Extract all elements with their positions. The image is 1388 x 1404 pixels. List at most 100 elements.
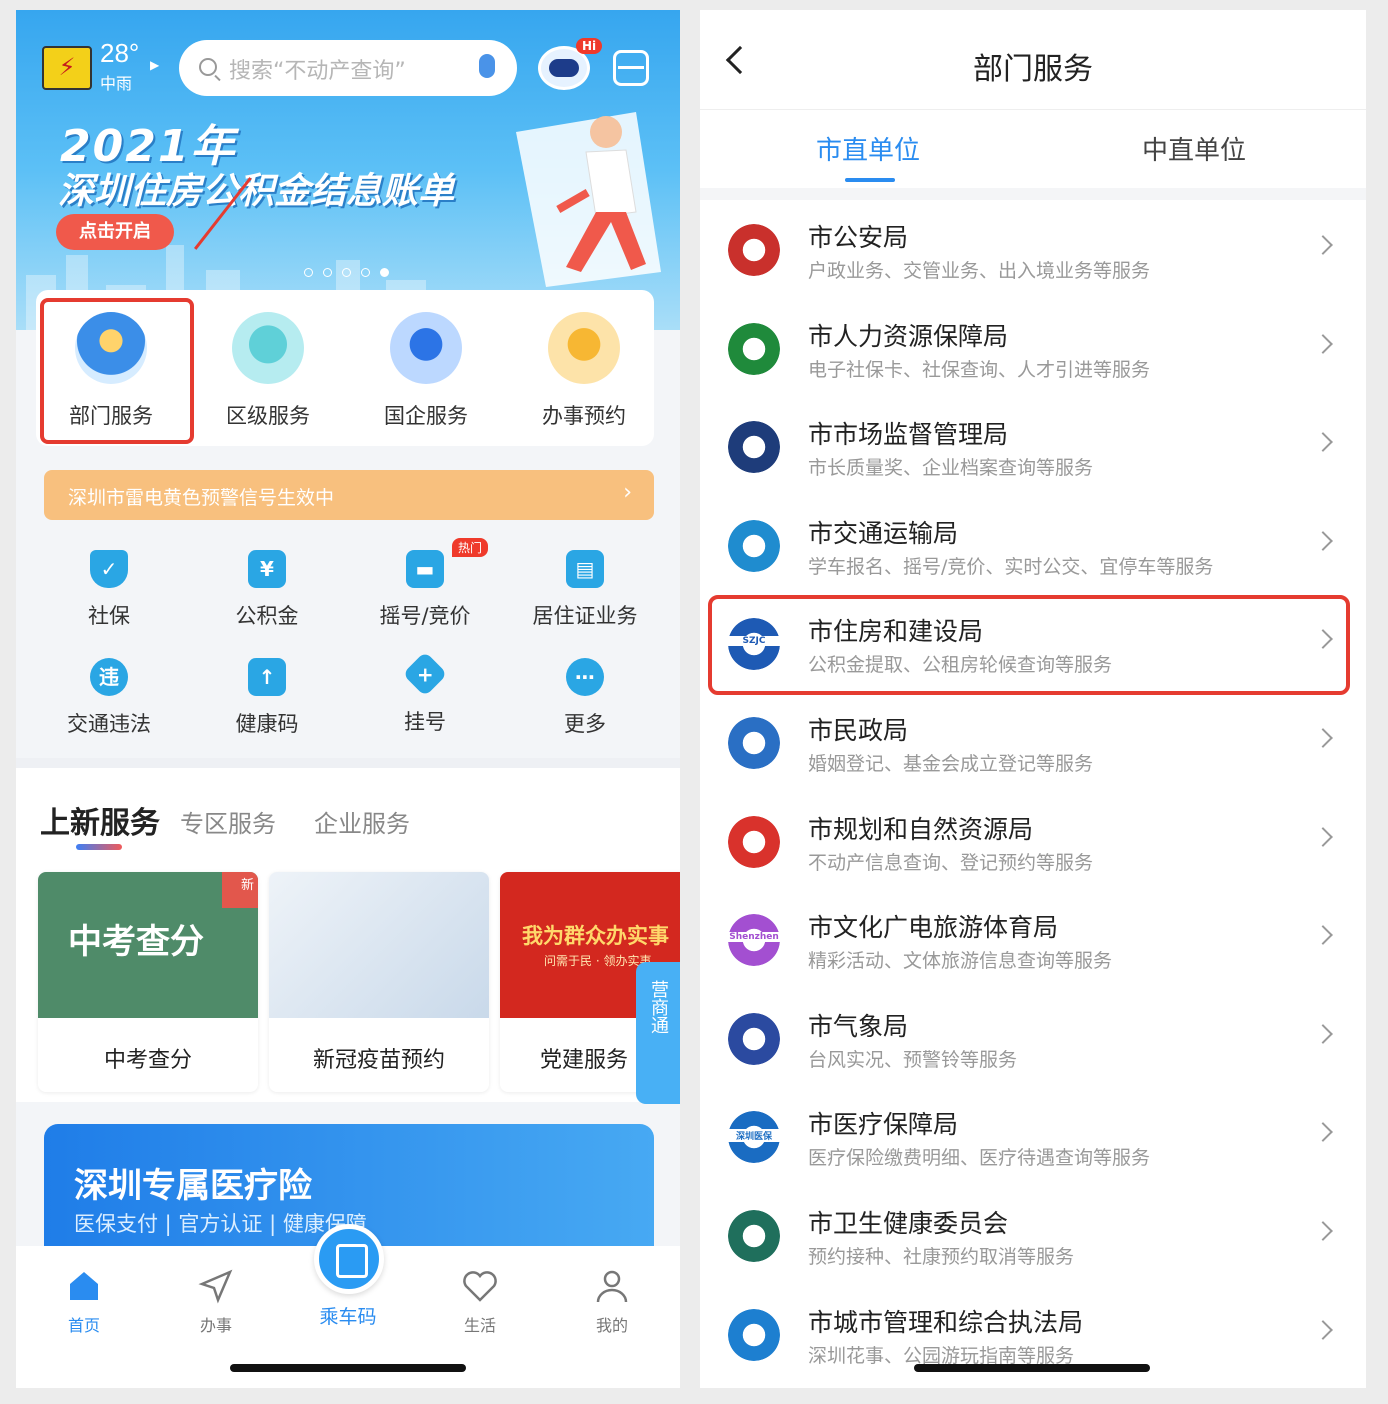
department-logo-icon (728, 421, 780, 474)
department-desc: 预约接种、社康预约取消等服务 (808, 1246, 1075, 1268)
chevron-right-icon (1313, 1023, 1333, 1044)
tab-municipal-units[interactable]: 市直单位 (816, 130, 920, 167)
chevron-right-icon (1313, 235, 1333, 255)
department-desc: 精彩活动、文体旅游信息查询等服务 (808, 950, 1113, 973)
department-name: 市公安局 (808, 223, 909, 252)
department-row[interactable]: 深圳医保 市医疗保障局 医疗保险缴费明细、医疗待遇查询等服务 (700, 1087, 1366, 1185)
banner-illustration (516, 112, 661, 287)
ride-code-label[interactable]: 乘车码 (306, 1302, 390, 1329)
department-row[interactable]: 市卫生健康委员会 预约接种、社康预约取消等服务 (700, 1186, 1366, 1284)
department-desc: 台风实况、预警铃等服务 (808, 1048, 1018, 1071)
card-row: 中考查分 新 中考查分 新冠疫苗预约 我为群众办实事 问需于民 · 领办实事 党… (16, 862, 680, 1102)
department-name: 市规划和自然资源局 (808, 814, 1034, 844)
department-row[interactable]: 市规划和自然资源局不动产信息查询、登记预约等服务 (700, 792, 1366, 890)
department-logo-icon (728, 1012, 780, 1065)
banner-title: 深圳住房公积金结息账单 (58, 171, 455, 212)
more-icon: ⋯ (566, 658, 604, 696)
department-row[interactable]: 市气象局 台风实况、预警铃等服务 (700, 989, 1366, 1087)
chevron-right-icon (1313, 728, 1333, 748)
department-row[interactable]: 市民政局 婚姻登记、基金会成立登记等服务 (700, 693, 1366, 791)
warning-text: 深圳市雷电黄色预警信号生效中 (68, 487, 335, 509)
tab-underline (76, 844, 122, 850)
carousel-dot[interactable] (304, 268, 313, 277)
carousel-dots (304, 262, 399, 281)
carousel-dot[interactable] (342, 268, 351, 277)
grid-item-register[interactable]: + 挂号 (350, 651, 500, 736)
user-icon (592, 1266, 632, 1306)
tab-underline (845, 178, 895, 182)
chevron-right-icon (1313, 826, 1333, 847)
department-row[interactable]: 市市场监督管理局 市长质量奖、企业档案查询等服务 (700, 397, 1366, 495)
chevron-right-icon (1313, 1122, 1333, 1143)
grid-item-lottery[interactable]: ▬ 摇号/竞价 (350, 550, 500, 630)
chevron-right-icon (1313, 530, 1333, 551)
department-name: 市人力资源保障局 (808, 321, 1009, 351)
search-input[interactable]: 搜索“不动产查询” (179, 40, 517, 96)
grid-label: 挂号 (404, 710, 446, 734)
grid-item-traffic[interactable]: 违交通违法 (34, 658, 184, 738)
district-service-button[interactable]: 区级服务 (203, 312, 333, 430)
banner-open-button[interactable]: 点击开启 (56, 214, 174, 250)
card-title: 新冠疫苗预约 (312, 1048, 445, 1073)
department-desc: 学车报名、摇号/竞价、实时公交、宜停车等服务 (808, 555, 1214, 578)
hi-badge: Hi (576, 38, 603, 54)
business-ribbon[interactable]: 营商通 (636, 962, 680, 1104)
grid-label: 健康码 (235, 712, 299, 736)
vaccine-image (269, 872, 489, 1018)
weather-desc[interactable]: 中雨 (100, 70, 132, 94)
scan-icon[interactable] (613, 50, 649, 86)
section-tabs: 上新服务 专区服务 企业服务 (16, 768, 680, 862)
department-logo-icon (728, 815, 780, 868)
tab-enterprise-services[interactable]: 企业服务 (314, 804, 410, 839)
home-icon (64, 1266, 104, 1306)
card-vaccine[interactable]: 新冠疫苗预约 (269, 872, 489, 1092)
exam-image-text: 中考查分 (68, 922, 204, 962)
department-logo-text: Shenzhen (728, 932, 780, 943)
carousel-dot-active[interactable] (380, 268, 389, 277)
grid-item-social-security[interactable]: ✓ 社保 (34, 550, 184, 630)
tab-me[interactable]: 我的 (572, 1266, 652, 1336)
department-row[interactable]: Shenzhen 市文化广电旅游体育局 精彩活动、文体旅游信息查询等服务 (700, 890, 1366, 988)
shield-icon: ✓ (90, 550, 128, 588)
department-desc: 不动产信息查询、登记预约等服务 (808, 851, 1094, 874)
search-icon (199, 58, 217, 76)
soe-service-button[interactable]: 国企服务 (361, 312, 491, 430)
microphone-icon[interactable] (479, 54, 495, 78)
highlight-box (40, 298, 194, 444)
tab-central-units[interactable]: 中直单位 (1142, 130, 1246, 167)
caret-right-icon[interactable]: ▶ (150, 58, 159, 72)
tab-label: 办事 (199, 1316, 232, 1335)
chevron-right-icon (1313, 1221, 1333, 1241)
grid-label: 居住证业务 (532, 604, 638, 628)
department-row[interactable]: 市交通运输局 学车报名、摇号/竞价、实时公交、宜停车等服务 (700, 496, 1366, 594)
chevron-right-icon: › (623, 480, 632, 505)
tab-life[interactable]: 生活 (440, 1266, 520, 1336)
tab-services[interactable]: 办事 (176, 1266, 256, 1336)
grid-item-housing-fund[interactable]: ¥ 公积金 (192, 550, 342, 630)
department-desc: 市长质量奖、企业档案查询等服务 (808, 457, 1094, 480)
tab-home[interactable]: 首页 (44, 1266, 124, 1336)
weather-temp[interactable]: 28° (100, 38, 139, 69)
carousel-dot[interactable] (361, 268, 370, 277)
soe-icon (390, 312, 462, 384)
carousel-dot[interactable] (323, 268, 332, 277)
grid-item-residence[interactable]: ▤ 居住证业务 (510, 550, 660, 630)
tab-zone-services[interactable]: 专区服务 (180, 804, 276, 839)
department-row[interactable]: 市公安局 户政业务、交管业务、出入境业务等服务 (700, 200, 1366, 298)
divider (700, 188, 1366, 200)
grid-item-more[interactable]: ⋯ 更多 (510, 658, 660, 738)
department-desc: 电子社保卡、社保查询、人才引进等服务 (808, 358, 1151, 381)
tab-new-services[interactable]: 上新服务 (40, 798, 160, 842)
appointment-service-button[interactable]: 办事预约 (519, 312, 649, 430)
card-exam-score[interactable]: 中考查分 新 中考查分 (38, 872, 258, 1092)
grid-item-health-code[interactable]: ↑ 健康码 (192, 658, 342, 738)
page-title: 部门服务 (973, 52, 1093, 87)
grid-label: 摇号/竞价 (379, 604, 471, 628)
grid-label: 社保 (88, 604, 130, 628)
department-row[interactable]: 市人力资源保障局电子社保卡、社保查询、人才引进等服务 (700, 299, 1366, 397)
service-label: 区级服务 (226, 404, 310, 428)
chevron-right-icon (1313, 432, 1333, 453)
lightning-warning-icon[interactable]: ⚡ (42, 46, 92, 90)
warning-bar[interactable]: 深圳市雷电黄色预警信号生效中 › (44, 470, 654, 520)
ride-code-button[interactable] (314, 1224, 384, 1294)
